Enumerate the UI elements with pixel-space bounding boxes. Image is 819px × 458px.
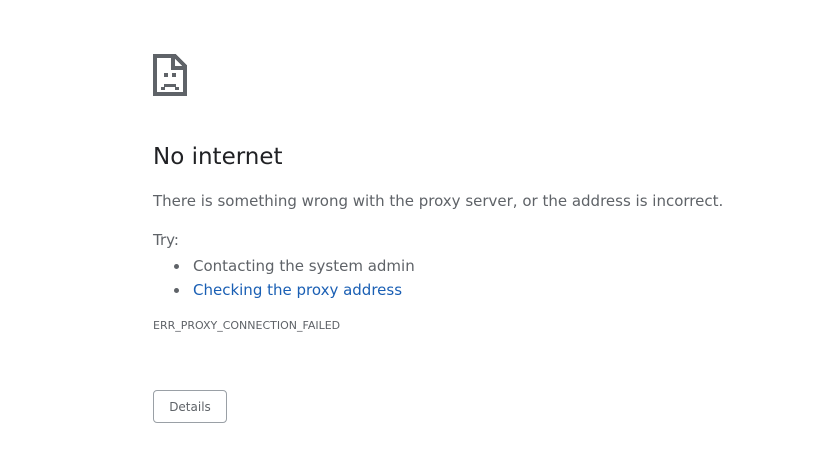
page-title: No internet	[153, 144, 283, 170]
sad-page-icon	[153, 54, 187, 96]
suggestion-check-proxy: Checking the proxy address	[174, 278, 415, 302]
error-code: ERR_PROXY_CONNECTION_FAILED	[153, 319, 341, 332]
suggestions-list: Contacting the system admin Checking the…	[174, 254, 415, 302]
try-label: Try:	[153, 231, 179, 249]
check-proxy-link[interactable]: Checking the proxy address	[193, 281, 402, 299]
details-button[interactable]: Details	[153, 390, 227, 423]
error-message: There is something wrong with the proxy …	[153, 192, 724, 210]
suggestion-contact-admin: Contacting the system admin	[174, 254, 415, 278]
